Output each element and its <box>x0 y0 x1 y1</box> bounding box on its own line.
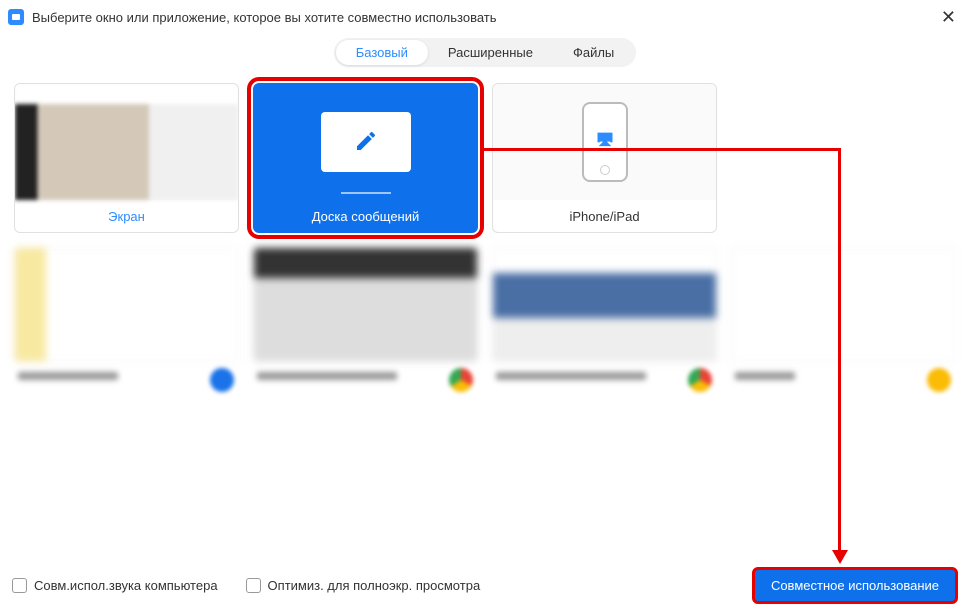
option-iphone-label: iPhone/iPad <box>493 200 716 232</box>
app-window-4[interactable] <box>731 247 956 397</box>
application-windows-row <box>0 233 970 397</box>
annotation-arrow-head <box>832 550 848 564</box>
tab-files[interactable]: Файлы <box>553 40 634 65</box>
checkbox-optimize-video[interactable]: Оптимиз. для полноэкр. просмотра <box>246 578 481 593</box>
close-button[interactable]: ✕ <box>937 8 960 26</box>
app-window-2[interactable] <box>253 247 478 397</box>
checkbox-share-audio-label: Совм.испол.звука компьютера <box>34 578 218 593</box>
checkbox-share-audio[interactable]: Совм.испол.звука компьютера <box>12 578 218 593</box>
airplay-icon <box>596 131 614 150</box>
option-screen-label: Экран <box>15 200 238 232</box>
zoom-app-icon <box>8 9 24 25</box>
tab-basic[interactable]: Базовый <box>336 40 428 65</box>
pencil-icon <box>354 129 378 156</box>
checkbox-optimize-video-label: Оптимиз. для полноэкр. просмотра <box>268 578 481 593</box>
option-whiteboard[interactable]: Доска сообщений <box>253 83 478 233</box>
checkbox-icon <box>12 578 27 593</box>
app-window-3[interactable] <box>492 247 717 397</box>
option-whiteboard-label: Доска сообщений <box>254 200 477 232</box>
share-button[interactable]: Совместное использование <box>752 567 958 604</box>
whiteboard-preview <box>254 84 477 200</box>
screen-preview <box>15 84 238 200</box>
iphone-preview <box>493 84 716 200</box>
checkbox-icon <box>246 578 261 593</box>
dialog-footer: Совм.испол.звука компьютера Оптимиз. для… <box>0 563 970 607</box>
app-window-1[interactable] <box>14 247 239 397</box>
app-icon <box>210 368 234 392</box>
chrome-icon <box>449 368 473 392</box>
tab-bar: Базовый Расширенные Файлы <box>0 38 970 67</box>
chrome-icon <box>688 368 712 392</box>
share-options-row: Экран Доска сообщений iPhone/iPad <box>0 83 970 233</box>
app-icon <box>927 368 951 392</box>
tab-advanced[interactable]: Расширенные <box>428 40 553 65</box>
dialog-title: Выберите окно или приложение, которое вы… <box>32 10 497 25</box>
option-screen[interactable]: Экран <box>14 83 239 233</box>
dialog-header: Выберите окно или приложение, которое вы… <box>0 0 970 30</box>
option-iphone-ipad[interactable]: iPhone/iPad <box>492 83 717 233</box>
